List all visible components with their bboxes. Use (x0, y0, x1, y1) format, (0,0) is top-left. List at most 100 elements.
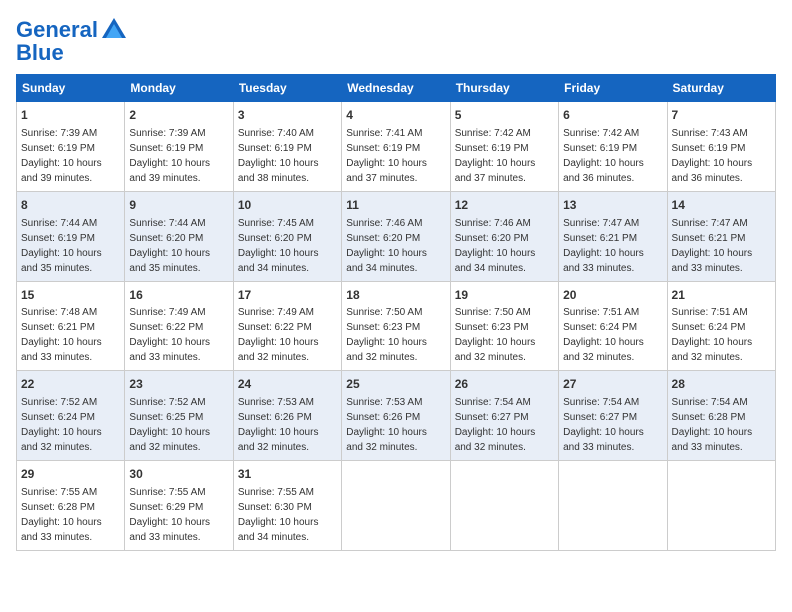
logo-text: General (16, 18, 98, 42)
calendar-cell: 12 Sunrise: 7:46 AMSunset: 6:20 PMDayligh… (450, 191, 558, 281)
day-number: 14 (672, 197, 771, 214)
day-number: 2 (129, 107, 228, 124)
calendar-cell: 5 Sunrise: 7:42 AMSunset: 6:19 PMDaylight… (450, 102, 558, 192)
day-info: Sunrise: 7:44 AMSunset: 6:19 PMDaylight:… (21, 218, 102, 274)
calendar-cell (450, 461, 558, 551)
calendar-cell: 11Sunrise: 7:46 AMSunset: 6:20 PMDayligh… (342, 191, 450, 281)
day-number: 20 (563, 287, 662, 304)
day-number: 30 (129, 466, 228, 483)
day-number: 16 (129, 287, 228, 304)
calendar-cell: 2Sunrise: 7:39 AMSunset: 6:19 PMDaylight… (125, 102, 233, 192)
day-number: 31 (238, 466, 337, 483)
day-info: Sunrise: 7:55 AMSunset: 6:28 PMDaylight:… (21, 487, 102, 543)
day-info: Sunrise: 7:55 AMSunset: 6:30 PMDaylight:… (238, 487, 319, 543)
day-info: Sunrise: 7:52 AMSunset: 6:25 PMDaylight:… (129, 397, 210, 453)
logo-icon (100, 16, 128, 44)
week-row-3: 15 Sunrise: 7:48 AMSunset: 6:21 PMDayligh… (17, 281, 776, 371)
week-row-1: 1 Sunrise: 7:39 AMSunset: 6:19 PMDaylight… (17, 102, 776, 192)
week-row-4: 22 Sunrise: 7:52 AMSunset: 6:24 PMDayligh… (17, 371, 776, 461)
day-number: 22 (21, 376, 120, 393)
header-saturday: Saturday (667, 75, 775, 102)
calendar-cell: 4 Sunrise: 7:41 AMSunset: 6:19 PMDaylight… (342, 102, 450, 192)
day-info: Sunrise: 7:54 AMSunset: 6:28 PMDaylight:… (672, 397, 753, 453)
calendar-cell: 25 Sunrise: 7:53 AMSunset: 6:26 PMDayligh… (342, 371, 450, 461)
calendar-cell: 26 Sunrise: 7:54 AMSunset: 6:27 PMDayligh… (450, 371, 558, 461)
day-number: 9 (129, 197, 228, 214)
calendar-cell: 8 Sunrise: 7:44 AMSunset: 6:19 PMDaylight… (17, 191, 125, 281)
calendar-cell: 24 Sunrise: 7:53 AMSunset: 6:26 PMDayligh… (233, 371, 341, 461)
day-info: Sunrise: 7:53 AMSunset: 6:26 PMDaylight:… (238, 397, 319, 453)
day-number: 5 (455, 107, 554, 124)
day-number: 12 (455, 197, 554, 214)
calendar-cell: 28 Sunrise: 7:54 AMSunset: 6:28 PMDayligh… (667, 371, 775, 461)
day-number: 25 (346, 376, 445, 393)
day-info: Sunrise: 7:53 AMSunset: 6:26 PMDaylight:… (346, 397, 427, 453)
day-number: 8 (21, 197, 120, 214)
day-number: 19 (455, 287, 554, 304)
day-number: 24 (238, 376, 337, 393)
day-number: 28 (672, 376, 771, 393)
day-info: Sunrise: 7:42 AMSunset: 6:19 PMDaylight:… (455, 128, 536, 184)
day-info: Sunrise: 7:50 AMSunset: 6:23 PMDaylight:… (455, 307, 536, 363)
calendar-cell: 30Sunrise: 7:55 AMSunset: 6:29 PMDayligh… (125, 461, 233, 551)
day-info: Sunrise: 7:47 AMSunset: 6:21 PMDaylight:… (563, 218, 644, 274)
day-number: 4 (346, 107, 445, 124)
calendar-body: 1 Sunrise: 7:39 AMSunset: 6:19 PMDaylight… (17, 102, 776, 551)
calendar-cell: 7 Sunrise: 7:43 AMSunset: 6:19 PMDaylight… (667, 102, 775, 192)
day-number: 23 (129, 376, 228, 393)
calendar-cell (342, 461, 450, 551)
day-info: Sunrise: 7:46 AMSunset: 6:20 PMDaylight:… (346, 218, 427, 274)
header-tuesday: Tuesday (233, 75, 341, 102)
header-monday: Monday (125, 75, 233, 102)
day-info: Sunrise: 7:42 AMSunset: 6:19 PMDaylight:… (563, 128, 644, 184)
calendar-cell: 29 Sunrise: 7:55 AMSunset: 6:28 PMDayligh… (17, 461, 125, 551)
day-info: Sunrise: 7:46 AMSunset: 6:20 PMDaylight:… (455, 218, 536, 274)
calendar-cell: 18 Sunrise: 7:50 AMSunset: 6:23 PMDayligh… (342, 281, 450, 371)
day-info: Sunrise: 7:50 AMSunset: 6:23 PMDaylight:… (346, 307, 427, 363)
calendar-cell: 1 Sunrise: 7:39 AMSunset: 6:19 PMDaylight… (17, 102, 125, 192)
day-number: 10 (238, 197, 337, 214)
day-number: 18 (346, 287, 445, 304)
page-header: General Blue (16, 16, 776, 66)
day-info: Sunrise: 7:49 AMSunset: 6:22 PMDaylight:… (129, 307, 210, 363)
calendar-cell: 3 Sunrise: 7:40 AMSunset: 6:19 PMDaylight… (233, 102, 341, 192)
day-number: 27 (563, 376, 662, 393)
calendar-cell: 20Sunrise: 7:51 AMSunset: 6:24 PMDayligh… (559, 281, 667, 371)
day-number: 29 (21, 466, 120, 483)
header-thursday: Thursday (450, 75, 558, 102)
day-info: Sunrise: 7:52 AMSunset: 6:24 PMDaylight:… (21, 397, 102, 453)
day-number: 26 (455, 376, 554, 393)
day-number: 1 (21, 107, 120, 124)
calendar-cell: 22 Sunrise: 7:52 AMSunset: 6:24 PMDayligh… (17, 371, 125, 461)
day-number: 6 (563, 107, 662, 124)
calendar-cell: 9 Sunrise: 7:44 AMSunset: 6:20 PMDaylight… (125, 191, 233, 281)
day-info: Sunrise: 7:48 AMSunset: 6:21 PMDaylight:… (21, 307, 102, 363)
calendar-cell: 21 Sunrise: 7:51 AMSunset: 6:24 PMDayligh… (667, 281, 775, 371)
day-number: 15 (21, 287, 120, 304)
week-row-5: 29 Sunrise: 7:55 AMSunset: 6:28 PMDayligh… (17, 461, 776, 551)
calendar-header-row: SundayMondayTuesdayWednesdayThursdayFrid… (17, 75, 776, 102)
week-row-2: 8 Sunrise: 7:44 AMSunset: 6:19 PMDaylight… (17, 191, 776, 281)
day-info: Sunrise: 7:41 AMSunset: 6:19 PMDaylight:… (346, 128, 427, 184)
day-number: 21 (672, 287, 771, 304)
calendar-cell: 23 Sunrise: 7:52 AMSunset: 6:25 PMDayligh… (125, 371, 233, 461)
day-number: 17 (238, 287, 337, 304)
calendar-cell: 31 Sunrise: 7:55 AMSunset: 6:30 PMDayligh… (233, 461, 341, 551)
day-info: Sunrise: 7:47 AMSunset: 6:21 PMDaylight:… (672, 218, 753, 274)
logo: General Blue (16, 16, 128, 66)
day-number: 7 (672, 107, 771, 124)
day-info: Sunrise: 7:40 AMSunset: 6:19 PMDaylight:… (238, 128, 319, 184)
day-number: 3 (238, 107, 337, 124)
calendar-cell: 16 Sunrise: 7:49 AMSunset: 6:22 PMDayligh… (125, 281, 233, 371)
day-info: Sunrise: 7:54 AMSunset: 6:27 PMDaylight:… (455, 397, 536, 453)
header-sunday: Sunday (17, 75, 125, 102)
calendar-cell (667, 461, 775, 551)
day-info: Sunrise: 7:44 AMSunset: 6:20 PMDaylight:… (129, 218, 210, 274)
calendar-cell: 17Sunrise: 7:49 AMSunset: 6:22 PMDayligh… (233, 281, 341, 371)
day-info: Sunrise: 7:43 AMSunset: 6:19 PMDaylight:… (672, 128, 753, 184)
day-info: Sunrise: 7:39 AMSunset: 6:19 PMDaylight:… (21, 128, 102, 184)
calendar-cell: 10Sunrise: 7:45 AMSunset: 6:20 PMDayligh… (233, 191, 341, 281)
calendar-cell: 27Sunrise: 7:54 AMSunset: 6:27 PMDayligh… (559, 371, 667, 461)
day-info: Sunrise: 7:51 AMSunset: 6:24 PMDaylight:… (672, 307, 753, 363)
calendar-cell: 14 Sunrise: 7:47 AMSunset: 6:21 PMDayligh… (667, 191, 775, 281)
